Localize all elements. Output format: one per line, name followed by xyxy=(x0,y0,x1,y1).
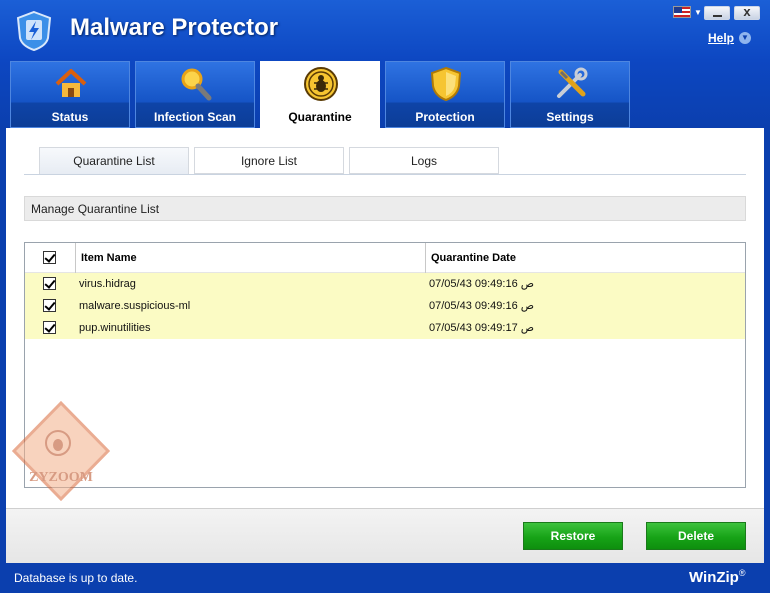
row-checkbox[interactable] xyxy=(43,299,56,312)
restore-button[interactable]: Restore xyxy=(523,522,623,550)
app-window: Malware Protector ▼ x Help ▼ Status Infe… xyxy=(0,0,770,593)
us-flag-icon[interactable] xyxy=(673,6,691,18)
row-checkbox[interactable] xyxy=(43,321,56,334)
status-text: Database is up to date. xyxy=(14,571,138,585)
action-bar: Restore Delete xyxy=(6,508,764,563)
tab-label: Quarantine xyxy=(288,110,352,124)
brand-name: WinZip xyxy=(689,569,739,586)
quarantine-date: 07/05/43 09:49:16 ص xyxy=(429,300,535,312)
quarantine-panel: Quarantine List Ignore List Logs Manage … xyxy=(6,128,764,508)
bug-icon xyxy=(304,67,338,101)
winzip-brand: WinZip® xyxy=(689,568,746,586)
shield-icon xyxy=(430,66,462,102)
tab-settings[interactable]: Settings xyxy=(510,61,630,128)
language-dropdown-icon[interactable]: ▼ xyxy=(694,8,702,17)
table-row[interactable]: pup.winutilities 07/05/43 09:49:17 ص xyxy=(25,317,745,339)
registered-mark: ® xyxy=(738,568,746,578)
magnifier-icon xyxy=(181,68,212,101)
close-button[interactable]: x xyxy=(734,4,760,20)
quarantine-date: 07/05/43 09:49:17 ص xyxy=(429,322,535,334)
item-name: virus.hidrag xyxy=(79,278,136,290)
subtab-logs[interactable]: Logs xyxy=(349,147,499,174)
home-icon xyxy=(55,69,87,97)
svg-text:ZYZOOM: ZYZOOM xyxy=(29,470,93,485)
tab-infection-scan[interactable]: Infection Scan xyxy=(135,61,255,128)
item-name: malware.suspicious-ml xyxy=(79,300,191,312)
column-header-item-name[interactable]: Item Name xyxy=(75,243,425,273)
tab-label: Status xyxy=(51,110,89,124)
select-all-checkbox[interactable] xyxy=(43,251,56,264)
close-icon: x xyxy=(743,4,751,19)
table-row[interactable]: virus.hidrag 07/05/43 09:49:16 ص xyxy=(25,273,745,295)
tab-label: Settings xyxy=(546,110,594,124)
zyzoom-watermark-logo: ZYZOOM xyxy=(12,401,110,501)
quarantine-date: 07/05/43 09:49:16 ص xyxy=(429,278,535,290)
table-row[interactable]: malware.suspicious-ml 07/05/43 09:49:16 … xyxy=(25,295,745,317)
subtab-ignore-list[interactable]: Ignore List xyxy=(194,147,344,174)
app-logo-icon xyxy=(16,10,52,52)
table-header: Item Name Quarantine Date xyxy=(25,243,745,273)
row-checkbox[interactable] xyxy=(43,277,56,290)
help-link[interactable]: Help xyxy=(708,31,734,45)
tools-icon xyxy=(557,67,588,98)
subtab-divider xyxy=(24,174,746,175)
tab-label: Protection xyxy=(415,110,475,124)
subtab-quarantine-list[interactable]: Quarantine List xyxy=(39,147,189,175)
tab-status[interactable]: Status xyxy=(10,61,130,128)
help-chevron-icon[interactable]: ▼ xyxy=(739,32,751,44)
tab-quarantine[interactable]: Quarantine xyxy=(260,61,380,129)
tab-label: Infection Scan xyxy=(153,110,236,124)
column-header-quarantine-date[interactable]: Quarantine Date xyxy=(425,243,745,273)
delete-button[interactable]: Delete xyxy=(646,522,746,550)
section-title: Manage Quarantine List xyxy=(24,196,746,221)
app-title: Malware Protector xyxy=(70,14,279,41)
item-name: pup.winutilities xyxy=(79,322,151,334)
quarantine-table: Item Name Quarantine Date virus.hidrag 0… xyxy=(24,242,746,488)
minimize-button[interactable] xyxy=(704,6,730,20)
tab-protection[interactable]: Protection xyxy=(385,61,505,128)
